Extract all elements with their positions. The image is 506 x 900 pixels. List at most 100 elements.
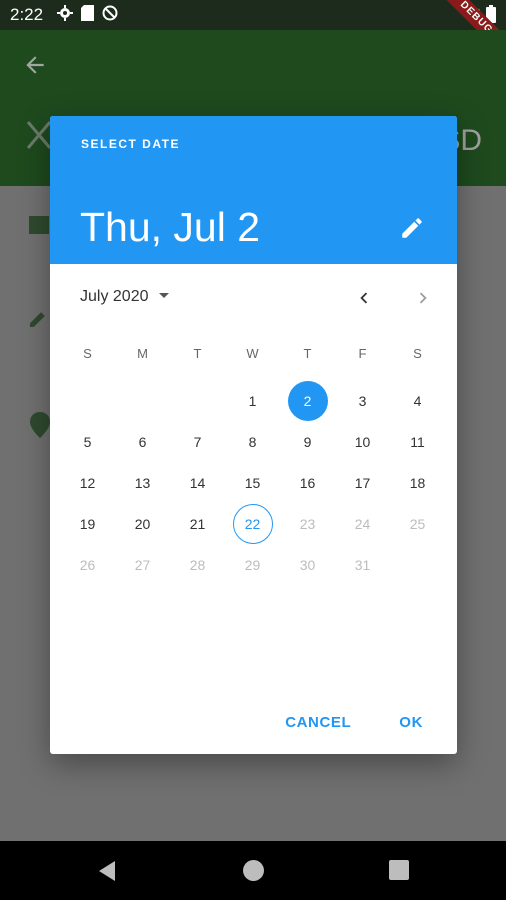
dialog-overline: SELECT DATE [81,137,180,151]
day-cell[interactable]: 7 [170,421,225,462]
day-number: 10 [354,433,371,450]
day-cell: 31 [335,544,390,585]
status-icons [57,4,118,26]
day-cell[interactable]: 5 [60,421,115,462]
gear-icon [57,4,74,26]
day-cell[interactable]: 22 [225,503,280,544]
day-cell: 26 [60,544,115,585]
day-number: 25 [409,515,426,532]
day-cell[interactable]: 8 [225,421,280,462]
nav-home-icon[interactable] [243,860,264,881]
sd-card-icon [81,4,95,26]
day-cell[interactable]: 13 [115,462,170,503]
day-cell[interactable]: 11 [390,421,445,462]
nav-back-icon[interactable] [97,860,117,887]
do-not-disturb-icon [102,5,118,26]
day-number: 1 [248,392,257,409]
day-number: 8 [248,433,257,450]
nav-recent-icon[interactable] [389,860,409,880]
weekday-label: S [83,346,92,361]
day-empty-cell [170,380,225,421]
day-number: 16 [299,474,316,491]
status-time: 2:22 [10,5,44,24]
chevron-left-icon[interactable] [353,287,375,314]
day-number: 30 [299,556,316,573]
dialog-actions: CANCEL OK [285,714,423,731]
day-number: 13 [134,474,151,491]
month-selector[interactable]: July 2020 [80,288,171,306]
day-cell[interactable]: 17 [335,462,390,503]
day-number: 31 [354,556,371,573]
day-cell: 25 [390,503,445,544]
day-number [123,381,163,421]
day-cell[interactable]: 12 [60,462,115,503]
day-cell[interactable]: 4 [390,380,445,421]
weekday-header: SMTWTFS [60,346,446,361]
day-number: 7 [193,433,202,450]
day-number: 14 [189,474,206,491]
day-number [178,381,218,421]
day-number: 22 [232,503,273,544]
day-cell[interactable]: 15 [225,462,280,503]
system-nav-bar [0,841,506,900]
day-cell: 29 [225,544,280,585]
day-number: 2 [287,380,328,421]
day-cell: 24 [335,503,390,544]
day-number: 28 [189,556,206,573]
day-cell[interactable]: 3 [335,380,390,421]
day-cell[interactable]: 20 [115,503,170,544]
day-number: 18 [409,474,426,491]
cancel-button[interactable]: CANCEL [285,714,351,731]
weekday-label: T [303,346,312,361]
day-cell[interactable]: 18 [390,462,445,503]
day-cell[interactable]: 14 [170,462,225,503]
day-cell[interactable]: 6 [115,421,170,462]
location-icon [30,412,50,443]
arrow-back-icon[interactable] [22,52,48,83]
chevron-right-icon[interactable] [412,287,434,314]
weekday-label: T [193,346,202,361]
day-cell: 27 [115,544,170,585]
weekday-label: W [246,346,259,361]
day-cell: 23 [280,503,335,544]
day-empty-cell [115,380,170,421]
day-cell[interactable]: 10 [335,421,390,462]
day-number: 23 [299,515,316,532]
day-number: 5 [83,433,92,450]
day-number: 4 [413,392,422,409]
weekday-label: S [413,346,422,361]
day-cell[interactable]: 16 [280,462,335,503]
day-number: 19 [79,515,96,532]
weekday-label: M [137,346,148,361]
weekday-label: F [358,346,367,361]
day-number: 12 [79,474,96,491]
day-cell[interactable]: 21 [170,503,225,544]
ok-button[interactable]: OK [399,714,423,731]
calendar-icon [27,212,51,241]
day-cell: 30 [280,544,335,585]
day-number: 29 [244,556,261,573]
selected-date-display: Thu, Jul 2 [80,204,261,250]
day-cell[interactable]: 1 [225,380,280,421]
day-number: 3 [358,392,367,409]
day-number: 27 [134,556,151,573]
day-cell: 28 [170,544,225,585]
arrow-drop-down-icon [157,288,171,306]
day-number: 17 [354,474,371,491]
pencil-icon[interactable] [399,215,425,246]
day-number: 26 [79,556,96,573]
day-cell[interactable]: 9 [280,421,335,462]
date-picker-dialog: SELECT DATE Thu, Jul 2 July 2020 S M T W T F S… [50,116,457,754]
day-grid: 1 2 3 4 5 6 7 8 9 10 11 12 13 14 15 16 17 18 19 20 21 22 23 24 2… [60,380,446,585]
dialog-header: SELECT DATE Thu, Jul 2 [50,116,457,264]
day-number: 11 [410,433,425,450]
day-cell[interactable]: 2 [280,380,335,421]
pencil-icon [27,306,51,335]
day-number: 24 [354,515,371,532]
day-number: 20 [134,515,151,532]
day-number: 6 [138,433,147,450]
day-number: 21 [189,515,206,532]
day-number [68,381,108,421]
day-number: 15 [244,474,261,491]
day-cell[interactable]: 19 [60,503,115,544]
